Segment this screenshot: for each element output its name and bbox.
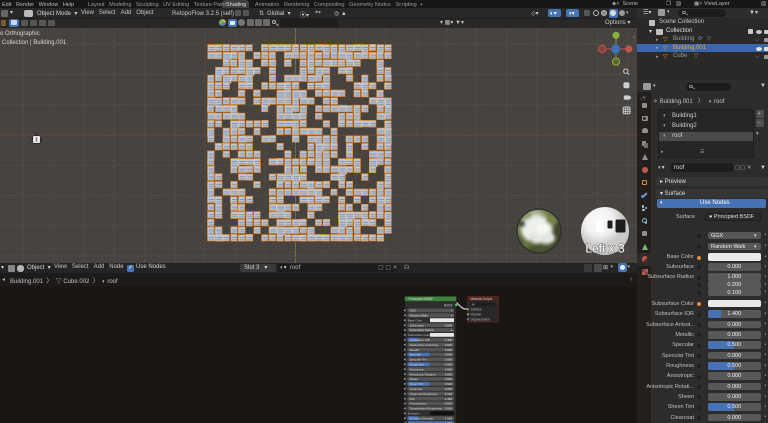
svg-text:Sheen: Sheen	[410, 377, 419, 381]
svg-text:0.193: 0.193	[445, 391, 453, 395]
svg-text:Subsurface Radius: Subsurface Radius	[410, 328, 435, 332]
svg-text:Volume: Volume	[471, 312, 482, 316]
svg-text:Transmission: Transmission	[410, 401, 427, 405]
svg-text:0.000: 0.000	[445, 372, 453, 376]
svg-text:Material Output: Material Output	[471, 296, 493, 300]
svg-text:Roughness: Roughness	[410, 362, 425, 366]
svg-text:0.000: 0.000	[445, 377, 453, 381]
svg-text:IOR: IOR	[410, 396, 415, 400]
svg-text:0.000: 0.000	[445, 347, 453, 351]
svg-text:1.400: 1.400	[445, 338, 453, 342]
svg-text:Surface: Surface	[471, 307, 482, 311]
svg-text:Displacement: Displacement	[471, 317, 490, 321]
svg-text:Specular: Specular	[410, 352, 421, 356]
svg-text:Subsurface IOR: Subsurface IOR	[410, 338, 431, 342]
svg-text:Random Walk: Random Walk	[410, 313, 429, 317]
svg-text:Subsurface Anisotropy: Subsurface Anisotropy	[410, 342, 439, 346]
svg-text:Specular Tint: Specular Tint	[410, 357, 427, 361]
svg-text:0.500: 0.500	[445, 362, 453, 366]
svg-text:Clearcoat: Clearcoat	[410, 387, 423, 391]
svg-text:0.000: 0.000	[445, 387, 453, 391]
svg-text:0.000: 0.000	[445, 401, 453, 405]
svg-text:Clearcoat Roughness: Clearcoat Roughness	[410, 391, 438, 395]
svg-text:Anisotropic Rotation: Anisotropic Rotation	[410, 372, 436, 376]
svg-text:BSDF: BSDF	[444, 303, 453, 307]
svg-text:Emission: Emission	[408, 411, 420, 415]
svg-text:Subsurface Color: Subsurface Color	[408, 333, 430, 337]
svg-text:Left x 3: Left x 3	[585, 242, 625, 256]
svg-text:0.500: 0.500	[445, 352, 453, 356]
svg-text:Emission Strength: Emission Strength	[410, 416, 434, 420]
svg-text:GGX: GGX	[410, 308, 416, 312]
svg-text:0.000: 0.000	[445, 406, 453, 410]
svg-text:1.450: 1.450	[445, 396, 453, 400]
svg-text:Subsurface: Subsurface	[410, 323, 425, 327]
svg-text:0.000: 0.000	[445, 323, 453, 327]
svg-text:Anisotropic: Anisotropic	[410, 367, 425, 371]
svg-text:All: All	[472, 302, 476, 306]
svg-text:Principled BSDF: Principled BSDF	[409, 297, 434, 301]
svg-text:‹: ‹	[633, 34, 636, 41]
svg-text:0.000: 0.000	[445, 367, 453, 371]
svg-text:Sheen Tint: Sheen Tint	[410, 382, 424, 386]
svg-text:0.500: 0.500	[445, 382, 453, 386]
svg-text:0.000: 0.000	[445, 357, 453, 361]
svg-text:Metallic: Metallic	[410, 347, 420, 351]
svg-text:Base Color: Base Color	[408, 318, 422, 322]
svg-text:Transmission Roughness: Transmission Roughness	[410, 406, 443, 410]
svg-text:1.000: 1.000	[445, 416, 453, 420]
svg-text:0.000: 0.000	[445, 342, 453, 346]
